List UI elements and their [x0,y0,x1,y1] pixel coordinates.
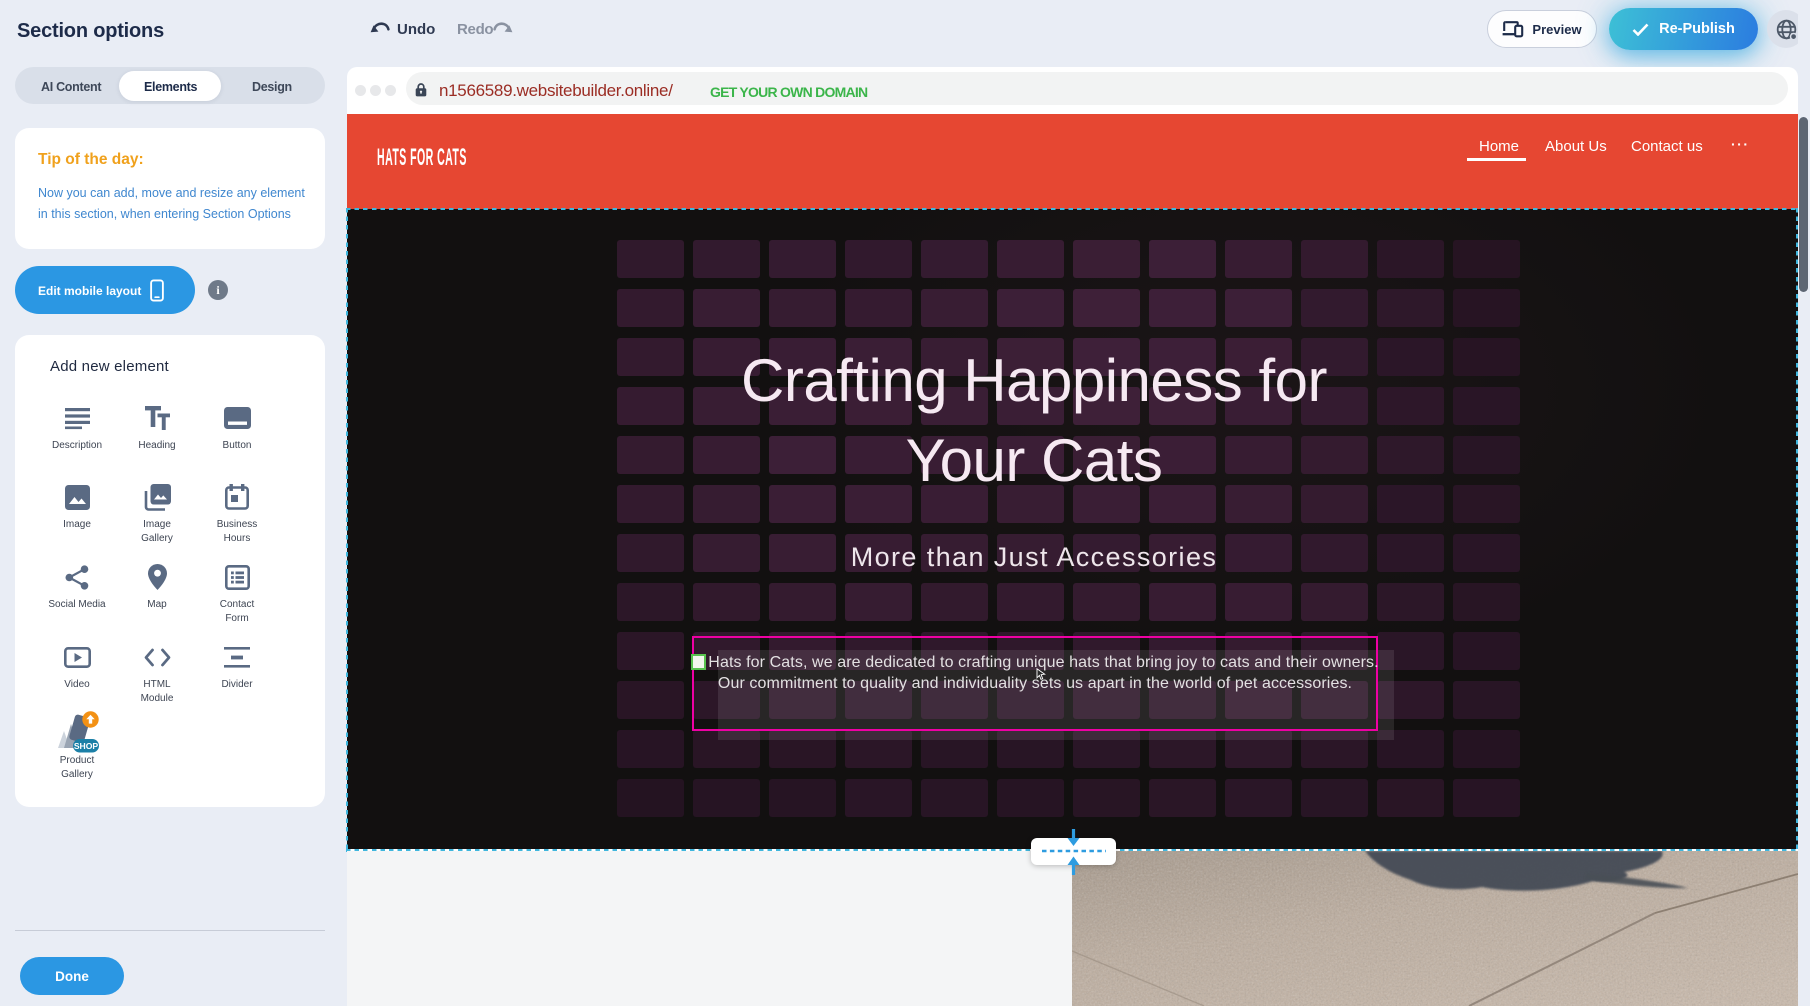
svg-text:SHOP: SHOP [74,741,99,751]
